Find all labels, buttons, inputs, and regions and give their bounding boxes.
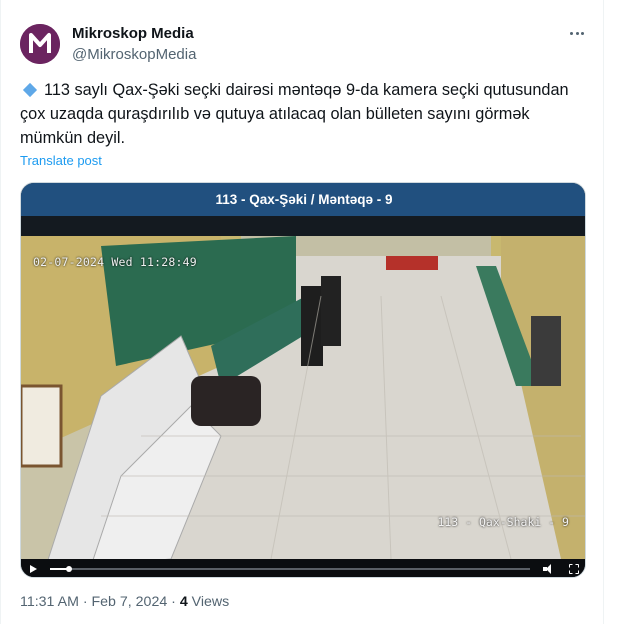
- video-progress-handle[interactable]: [66, 566, 73, 572]
- more-dot-icon: [575, 31, 579, 35]
- meta-separator: ·: [167, 594, 180, 610]
- post-text: 113 saylı Qax-Şəki seçki dairəsi məntəqə…: [20, 78, 580, 150]
- post-metadata: 11:31 AM · Feb 7, 2024 · 4 Views: [20, 594, 229, 610]
- views-label: Views: [187, 594, 230, 610]
- video-controls: [21, 559, 585, 577]
- camera-feed-image[interactable]: 02-07-2024 Wed 11:28:49 113 - Qax-Shaki …: [21, 236, 585, 559]
- volume-icon[interactable]: [543, 564, 555, 574]
- camera-timestamp-overlay: 02-07-2024 Wed 11:28:49: [33, 255, 197, 269]
- video-player[interactable]: 113 - Qax-Şəki / Məntəqə - 9 02-07-2024 …: [20, 182, 586, 578]
- post-card: Mikroskop Media @MikroskopMedia 113 sayl…: [0, 0, 623, 624]
- meta-separator: ·: [78, 594, 92, 610]
- post-text-body: 113 saylı Qax-Şəki seçki dairəsi məntəqə…: [20, 81, 569, 147]
- card-border-right: [603, 0, 604, 624]
- camera-scene-illustration: [21, 236, 585, 559]
- post-date[interactable]: Feb 7, 2024: [92, 594, 168, 610]
- fullscreen-icon[interactable]: [569, 564, 579, 574]
- video-progress-bar[interactable]: [50, 566, 530, 572]
- play-icon[interactable]: [30, 565, 37, 573]
- translate-post-link[interactable]: Translate post: [20, 153, 102, 168]
- card-border-left: [0, 0, 1, 624]
- more-dot-icon: [580, 31, 584, 35]
- video-banner-title: 113 - Qax-Şəki / Məntəqə - 9: [21, 183, 585, 216]
- post-time[interactable]: 11:31 AM: [20, 594, 79, 610]
- author-display-name[interactable]: Mikroskop Media: [72, 25, 194, 42]
- views-count: 4: [179, 594, 188, 610]
- avatar-logo-icon: [20, 24, 60, 64]
- camera-name-overlay: 113 - Qax-Shaki - 9: [437, 515, 569, 529]
- more-options-button[interactable]: [566, 22, 588, 44]
- author-handle[interactable]: @MikroskopMedia: [72, 46, 196, 63]
- avatar[interactable]: [20, 24, 60, 64]
- more-dot-icon: [570, 31, 574, 35]
- blue-diamond-icon: [22, 83, 38, 98]
